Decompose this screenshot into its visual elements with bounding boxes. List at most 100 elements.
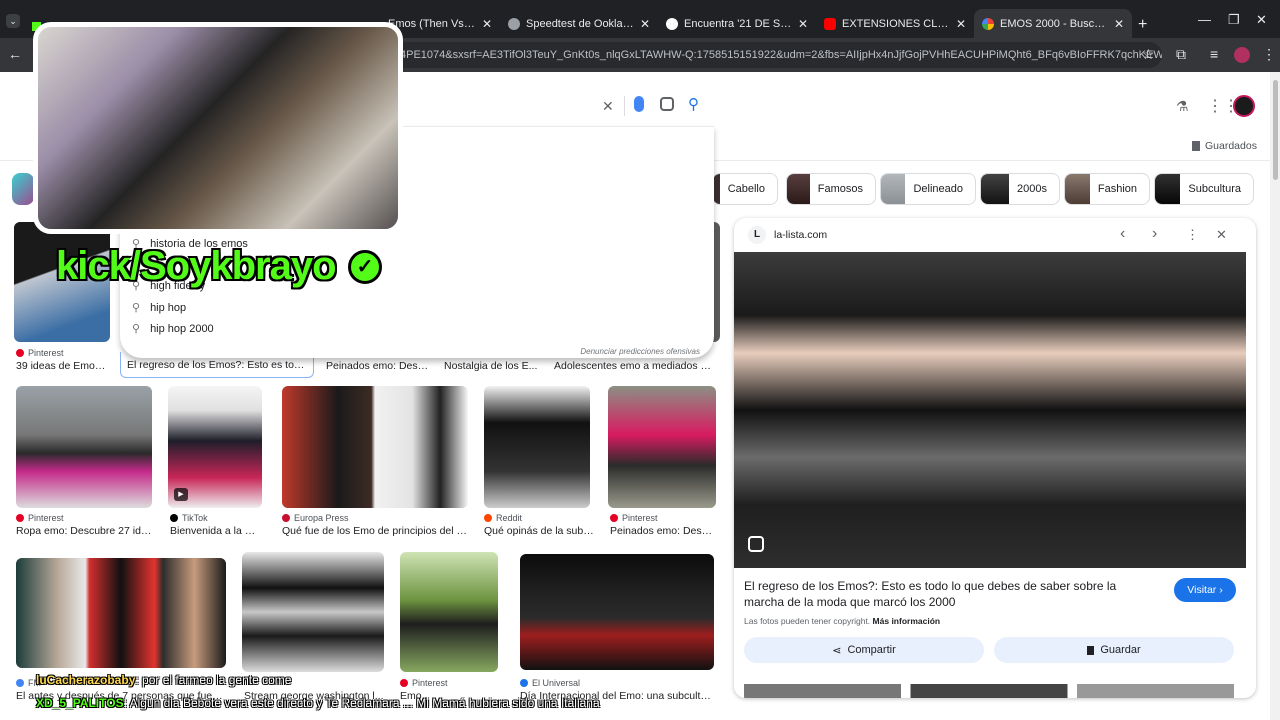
prev-arrow-icon[interactable]: ‹ bbox=[1120, 225, 1125, 243]
result-image[interactable] bbox=[242, 552, 384, 672]
tab-youtube[interactable]: EXTENSIONES CLIP - Cómo po ✕ bbox=[816, 9, 974, 38]
visit-button[interactable]: Visitar › bbox=[1174, 578, 1236, 602]
extensions-icon[interactable]: ⧉ bbox=[1176, 46, 1186, 63]
chip-thumbnail bbox=[881, 174, 906, 204]
europa-press-icon bbox=[282, 514, 290, 522]
result-image[interactable] bbox=[520, 554, 714, 670]
chip-cabello[interactable]: Cabello bbox=[712, 173, 778, 205]
maximize-button[interactable]: ❐ bbox=[1228, 12, 1240, 28]
site-favicon: L bbox=[748, 226, 766, 244]
tiktok-icon bbox=[170, 514, 178, 522]
result-source: Pinterest bbox=[16, 513, 64, 523]
address-bar[interactable]: 4PE1074&sxsrf=AE3TifOl3TeuY_GnKt0s_nlqGx… bbox=[392, 42, 1162, 68]
result-title[interactable]: Bienvenida a la Er... bbox=[170, 525, 262, 537]
result-image[interactable] bbox=[16, 558, 226, 668]
account-avatar[interactable] bbox=[1233, 95, 1255, 117]
share-icon: ⋖ bbox=[832, 644, 842, 657]
search-icon: ⚲ bbox=[132, 302, 141, 314]
result-image[interactable]: ▶ bbox=[168, 386, 262, 508]
tab-google-search[interactable]: EMOS 2000 - Buscar con Goog ✕ bbox=[974, 9, 1132, 38]
tab-label: EXTENSIONES CLIP - Cómo po bbox=[842, 17, 950, 30]
close-icon[interactable]: ✕ bbox=[1114, 17, 1124, 31]
report-predictions-link[interactable]: Denunciar predicciones ofensivas bbox=[580, 347, 700, 356]
tab-search-icon[interactable]: ⌄ bbox=[6, 14, 20, 28]
labs-flask-icon[interactable]: ⚗ bbox=[1176, 98, 1189, 115]
suggestion-item[interactable]: ⚲ hip hop 2000 bbox=[132, 322, 214, 336]
tab-tiktok[interactable]: Encuentra '21 DE SETIEMBRE' e ✕ bbox=[658, 9, 816, 38]
chip-thumbnail bbox=[981, 174, 1010, 204]
clear-icon[interactable]: ✕ bbox=[602, 98, 614, 115]
result-title[interactable]: Adolescentes emo a mediados y fin... bbox=[554, 360, 716, 372]
result-image[interactable] bbox=[16, 386, 152, 508]
bookmark-star-icon[interactable]: ☆ bbox=[1142, 46, 1155, 63]
close-icon[interactable]: ✕ bbox=[640, 17, 650, 31]
chip-label: 2000s bbox=[1017, 183, 1047, 195]
close-icon[interactable]: ✕ bbox=[482, 17, 492, 31]
scrollbar-thumb[interactable] bbox=[1273, 80, 1278, 180]
bookmark-icon bbox=[1087, 645, 1095, 655]
chat-text: : Algun dia Bebote vera este directo y T… bbox=[123, 696, 600, 710]
result-image[interactable] bbox=[400, 552, 498, 672]
tab-speedtest[interactable]: Speedtest de Ookla: la prueba ✕ bbox=[500, 9, 658, 38]
profile-avatar[interactable] bbox=[1234, 47, 1250, 63]
el-universal-icon bbox=[520, 679, 528, 687]
tiktok-favicon-icon bbox=[666, 17, 678, 30]
result-title[interactable]: 39 ideas de Emo 2... bbox=[16, 360, 108, 372]
lens-camera-icon[interactable] bbox=[660, 97, 674, 111]
bookmark-icon bbox=[1192, 141, 1200, 151]
result-title[interactable]: Qué opinás de la subc... bbox=[484, 525, 594, 537]
chip-fashion[interactable]: Fashion bbox=[1064, 173, 1150, 205]
lens-search-icon[interactable] bbox=[748, 536, 764, 552]
google-favicon-icon bbox=[982, 17, 994, 30]
result-source: Europa Press bbox=[282, 513, 349, 523]
pinterest-icon bbox=[610, 514, 618, 522]
chip-partial[interactable] bbox=[12, 173, 34, 205]
chip-thumbnail bbox=[713, 174, 720, 204]
result-image[interactable] bbox=[608, 386, 716, 508]
result-title[interactable]: Peinados emo: Descu... bbox=[610, 525, 716, 537]
chrome-menu-icon[interactable]: ⋮ bbox=[1262, 46, 1276, 63]
close-icon[interactable]: ✕ bbox=[798, 17, 808, 31]
save-button[interactable]: Guardar bbox=[994, 637, 1234, 663]
close-icon[interactable]: ✕ bbox=[956, 17, 966, 31]
channel-watermark: kick/Soykbrayo bbox=[56, 244, 336, 288]
result-source: El Universal bbox=[520, 678, 580, 688]
search-icon[interactable]: ⚲ bbox=[688, 95, 699, 113]
suggestion-item[interactable]: ⚲ hip hop bbox=[132, 301, 186, 315]
more-info-link[interactable]: Más información bbox=[873, 616, 941, 626]
chip-label: Cabello bbox=[727, 183, 765, 195]
result-source: Pinterest bbox=[16, 348, 64, 358]
result-title[interactable]: Ropa emo: Descubre 27 idea... bbox=[16, 525, 156, 537]
result-title[interactable]: Peinados emo: Desc... bbox=[326, 360, 430, 372]
back-arrow-icon[interactable]: ← bbox=[8, 46, 22, 62]
tab-label: Encuentra '21 DE SETIEMBRE' e bbox=[684, 17, 792, 30]
media-controls-icon[interactable]: ≡ bbox=[1210, 46, 1218, 62]
chat-username: luCacherazobaby bbox=[36, 673, 136, 687]
close-panel-icon[interactable]: ✕ bbox=[1216, 227, 1227, 243]
result-image[interactable] bbox=[282, 386, 468, 508]
chip-2000s[interactable]: 2000s bbox=[980, 173, 1060, 205]
preview-image[interactable] bbox=[734, 252, 1246, 568]
next-arrow-icon[interactable]: › bbox=[1152, 225, 1157, 243]
tab-label: Speedtest de Ookla: la prueba bbox=[526, 17, 634, 30]
result-title[interactable]: Nostalgia de los E... bbox=[444, 360, 544, 372]
result-title[interactable]: Qué fue de los Emo de principios del 20.… bbox=[282, 525, 468, 537]
chip-label: Fashion bbox=[1097, 183, 1137, 195]
share-button[interactable]: ⋖ Compartir bbox=[744, 637, 984, 663]
preview-title[interactable]: El regreso de los Emos?: Esto es todo lo… bbox=[744, 578, 1158, 610]
result-image[interactable] bbox=[484, 386, 590, 508]
site-name[interactable]: la-lista.com bbox=[774, 229, 827, 241]
microphone-icon[interactable] bbox=[634, 96, 644, 112]
close-window-button[interactable]: ✕ bbox=[1256, 12, 1267, 28]
saved-button[interactable]: Guardados bbox=[1192, 140, 1257, 152]
minimize-button[interactable]: — bbox=[1198, 12, 1211, 27]
divider bbox=[624, 96, 625, 116]
more-options-icon[interactable]: ⋮ bbox=[1186, 227, 1199, 243]
new-tab-button[interactable]: + bbox=[1138, 16, 1147, 34]
chip-subcultura[interactable]: Subcultura bbox=[1154, 173, 1254, 205]
saved-label: Guardados bbox=[1205, 140, 1257, 152]
chip-delineado[interactable]: Delineado bbox=[880, 173, 976, 205]
chip-famosos[interactable]: Famosos bbox=[786, 173, 876, 205]
share-label: Compartir bbox=[847, 644, 896, 656]
chip-label: Famosos bbox=[817, 183, 863, 195]
